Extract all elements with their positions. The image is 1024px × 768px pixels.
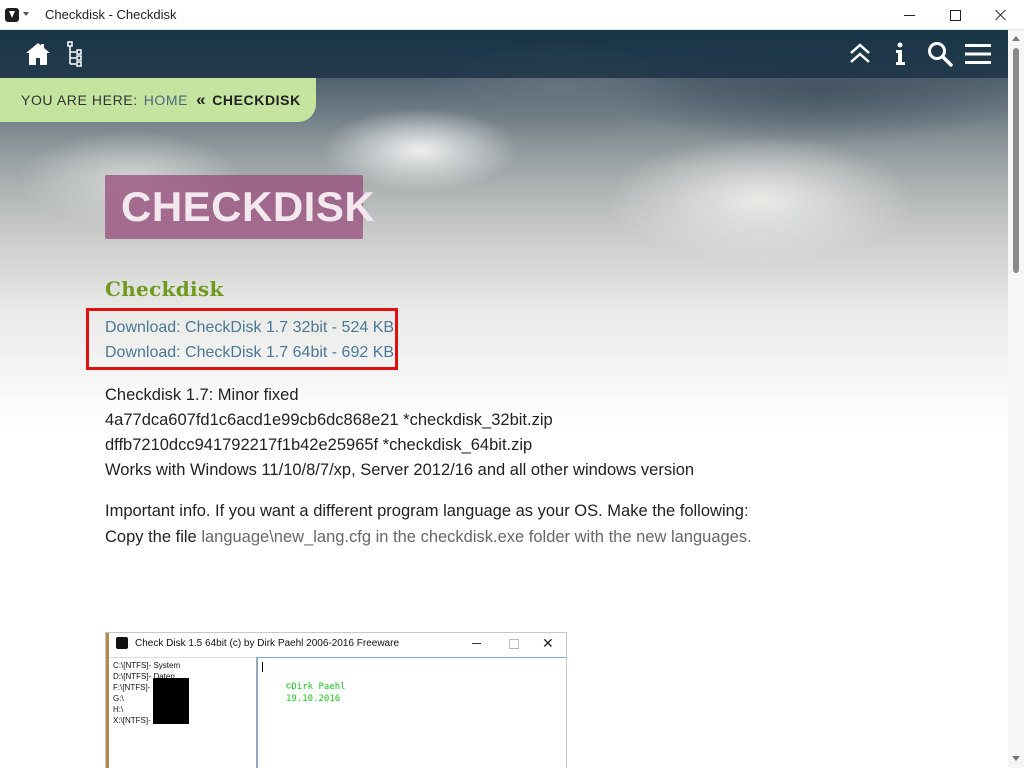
breadcrumb-home-link[interactable]: HOME	[144, 92, 188, 108]
section-heading: Checkdisk	[105, 277, 224, 301]
important-info: Important info. If you want a different …	[105, 502, 749, 520]
minimize-button[interactable]	[886, 0, 932, 30]
drive-list: C:\[NTFS]- System D:\[NTFS]- Daten F:\[N…	[109, 657, 257, 768]
download-64bit-link[interactable]: Download: CheckDisk 1.7 64bit - 692 KB	[105, 344, 394, 362]
home-icon[interactable]	[24, 40, 52, 68]
scroll-up-arrow-icon[interactable]	[1012, 36, 1020, 41]
info-icon[interactable]	[886, 40, 914, 68]
page-title-box: CHECKDISK	[105, 175, 375, 239]
copy-prefix: Copy the file	[105, 528, 197, 546]
page-title: CHECKDISK	[121, 183, 376, 230]
hash-32bit: 4a77dca607fd1c6acd1e99cb6dc868e21 *check…	[105, 411, 553, 429]
breadcrumb-current: CHECKDISK	[212, 92, 301, 108]
scroll-down-arrow-icon[interactable]	[1012, 756, 1020, 761]
console-line: ©Dirk Paehl	[286, 682, 346, 692]
drive-item: C:\[NTFS]- System	[113, 661, 181, 670]
copy-details: language\new_lang.cfg in the checkdisk.e…	[201, 528, 752, 546]
hamburger-menu-icon[interactable]	[964, 40, 992, 68]
chevrons-up-icon[interactable]	[846, 40, 874, 68]
breadcrumb-prefix: YOU ARE HERE:	[21, 92, 138, 108]
app-screenshot-image: Check Disk 1.5 64bit (c) by Dirk Paehl 2…	[105, 632, 567, 768]
download-32bit-link[interactable]: Download: CheckDisk 1.7 32bit - 524 KB	[105, 319, 394, 337]
screenshot-title: Check Disk 1.5 64bit (c) by Dirk Paehl 2…	[135, 638, 400, 649]
breadcrumb: YOU ARE HERE: HOME « CHECKDISK	[0, 78, 316, 122]
screenshot-minimize-icon	[472, 643, 481, 644]
close-button[interactable]	[978, 0, 1024, 30]
scroll-thumb[interactable]	[1013, 48, 1019, 273]
search-icon[interactable]	[926, 40, 954, 68]
text-caret	[262, 662, 263, 672]
sitemap-icon[interactable]	[64, 40, 92, 68]
console-line: 19.10.2016	[286, 694, 341, 704]
vivaldi-icon[interactable]	[5, 8, 19, 22]
compatibility-note: Works with Windows 11/10/8/7/xp, Server …	[105, 461, 695, 479]
console-pane: ©Dirk Paehl 19.10.2016	[257, 657, 566, 768]
redaction-block	[153, 678, 189, 724]
screenshot-maximize-icon	[509, 639, 519, 649]
window-title: Checkdisk - Checkdisk	[45, 7, 177, 22]
breadcrumb-separator: «	[196, 90, 207, 109]
screenshot-close-icon: ✕	[542, 635, 554, 651]
app-menu-chevron-icon[interactable]	[23, 12, 29, 16]
page-scrollbar[interactable]	[1008, 30, 1024, 768]
window-titlebar: Checkdisk - Checkdisk	[0, 0, 1024, 30]
checkdisk-app-icon	[116, 637, 128, 649]
site-navbar	[0, 30, 1008, 78]
screenshot-titlebar: Check Disk 1.5 64bit (c) by Dirk Paehl 2…	[114, 633, 566, 655]
copy-instruction: Copy the file language\new_lang.cfg in t…	[105, 528, 752, 547]
maximize-button[interactable]	[932, 0, 978, 30]
version-note: Checkdisk 1.7: Minor fixed	[105, 386, 299, 404]
page-viewport: YOU ARE HERE: HOME « CHECKDISK CHECKDISK Ch…	[0, 30, 1008, 768]
hash-64bit: dffb7210dcc941792217f1b42e25965f *checkd…	[105, 436, 533, 454]
